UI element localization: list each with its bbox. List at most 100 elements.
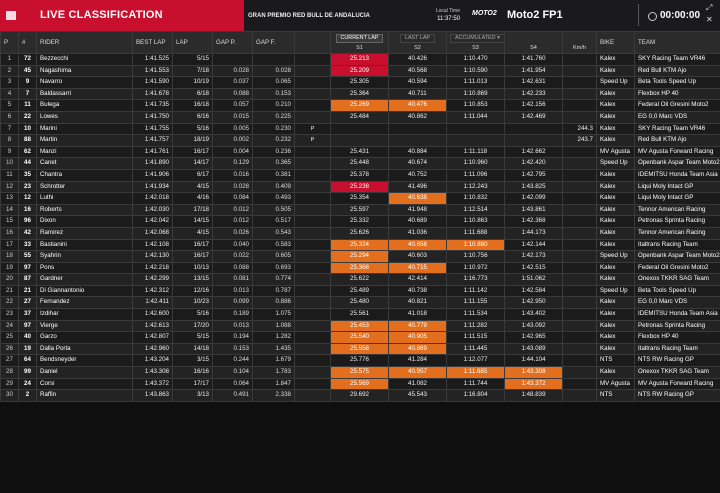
- sector3-cell: 1:11.685: [446, 366, 505, 379]
- table-row[interactable]: 29 24 Corsi 1:43.372 17/17 0.064 1.847 25.569 41…: [0, 377, 720, 391]
- table-row[interactable]: 21 21 Di Giannantonio 1:42.312 12/16 0.013 0.7…: [0, 284, 720, 298]
- table-row[interactable]: 3 9 Navarro 1:41.590 10/19 0.037 0.065 25.305 40…: [0, 76, 720, 89]
- sector2-cell: 40.957: [388, 366, 447, 379]
- number-cell: 99: [18, 366, 37, 379]
- gap-first-cell: 0.065: [252, 76, 295, 89]
- number-cell: 62: [18, 145, 37, 159]
- table-row[interactable]: 10 44 Canet 1:41.890 14/17 0.129 0.365 25.448 40…: [0, 157, 720, 170]
- accumulated-select[interactable]: ACCUMULATED ▾: [450, 33, 504, 43]
- local-time-label: Local Time: [435, 8, 460, 14]
- table-row[interactable]: 8 88 Martin 1:41.757 18/19 0.002 0.232 P 243.7 Ka…: [0, 134, 720, 147]
- table-row[interactable]: 12 23 Schrotter 1:41.934 4/15 0.028 0.409 25.23…: [0, 180, 720, 194]
- col-lap[interactable]: LAP: [172, 31, 213, 54]
- pit-cell: P: [294, 134, 331, 147]
- table-row[interactable]: 9 62 Manzi 1:41.761 16/17 0.004 0.236 25.431 40.…: [0, 145, 720, 159]
- table-row[interactable]: 4 7 Baldassarri 1:41.678 6/18 0.088 0.153 25.36…: [0, 87, 720, 101]
- table-row[interactable]: 13 12 Luthi 1:42.018 4/16 0.084 0.493 25.354 40.…: [0, 192, 720, 205]
- table-row[interactable]: 2 45 Nagashima 1:41.553 7/18 0.028 0.028 25.209…: [0, 64, 720, 78]
- sector3-cell: 1:10.960: [446, 157, 505, 170]
- current-lap-button[interactable]: CURRENT LAP: [335, 33, 384, 43]
- pit-cell: [294, 145, 331, 159]
- col-bike[interactable]: BIKE: [596, 31, 635, 54]
- best-lap-cell: 1:42.030: [132, 203, 173, 217]
- table-row[interactable]: 20 87 Gardner 1:42.299 13/15 0.081 0.774 25.622…: [0, 273, 720, 286]
- rider-cell: Navarro: [36, 76, 133, 89]
- table-row[interactable]: 28 99 Daniel 1:43.308 16/16 0.104 1.783 25.575 4…: [0, 366, 720, 379]
- table-row[interactable]: 24 97 Vierge 1:42.613 17/20 0.013 1.088 25.453 4…: [0, 319, 720, 333]
- table-row[interactable]: 5 11 Bulega 1:41.735 16/18 0.057 0.210 25.269 40…: [0, 99, 720, 112]
- col-gap-previous[interactable]: GAP P.: [212, 31, 253, 54]
- pit-cell: [294, 203, 331, 217]
- team-cell: EG 0,0 Marc VDS: [634, 110, 720, 124]
- speed-cell: [562, 157, 597, 170]
- rider-cell: Garzo: [36, 331, 133, 344]
- table-row[interactable]: 22 27 Fernandez 1:42.411 10/23 0.099 0.886 25.4…: [0, 296, 720, 310]
- number-cell: 12: [18, 192, 37, 205]
- close-icon[interactable]: ✕: [706, 15, 713, 24]
- sector4-cell: 1:42.515: [504, 261, 563, 275]
- sector3-cell: 1:12.243: [446, 180, 505, 194]
- pit-cell: [294, 366, 331, 379]
- speed-cell: [562, 366, 597, 379]
- gap-previous-cell: 0.026: [212, 226, 253, 240]
- bike-cell: Kalex: [596, 331, 635, 344]
- table-row[interactable]: 11 35 Chantra 1:41.906 6/17 0.016 0.381 25.378 4…: [0, 168, 720, 182]
- sector2-cell: [388, 122, 447, 136]
- pit-cell: [294, 331, 331, 344]
- sector4-cell: 1:42.584: [504, 284, 563, 298]
- table-row[interactable]: 6 22 Lowes 1:41.750 6/16 0.015 0.225 25.484 40.8…: [0, 110, 720, 124]
- col-position[interactable]: P: [0, 31, 19, 54]
- table-row[interactable]: 23 37 Izdihar 1:42.600 5/16 0.189 1.075 25.561 4…: [0, 308, 720, 321]
- gap-first-cell: 0.232: [252, 134, 295, 147]
- col-team[interactable]: TEAM: [634, 31, 720, 54]
- table-row[interactable]: 17 33 Bastianini 1:42.108 16/17 0.040 0.583 25.…: [0, 238, 720, 252]
- gap-previous-cell: 0.129: [212, 157, 253, 170]
- table-row[interactable]: 19 97 Pons 1:42.218 10/13 0.088 0.693 25.368 40.…: [0, 261, 720, 275]
- gap-first-cell: 0.409: [252, 180, 295, 194]
- table-row[interactable]: 27 64 Bendsneyder 1:43.204 3/15 0.244 1.679 25.…: [0, 354, 720, 368]
- table-row[interactable]: 1 72 Bezzecchi 1:41.525 5/15 25.213 40.426 1:10…: [0, 53, 720, 66]
- gap-previous-cell: 0.088: [212, 261, 253, 275]
- number-cell: 45: [18, 64, 37, 78]
- col-rider[interactable]: RIDER: [36, 31, 133, 54]
- table-row[interactable]: 14 16 Roberts 1:42.030 17/18 0.012 0.505 25.597…: [0, 203, 720, 217]
- best-lap-cell: 1:42.108: [132, 238, 173, 252]
- sector2-cell: 40.715: [388, 261, 447, 275]
- lap-cell: 18/19: [172, 134, 213, 147]
- gap-first-cell: 1.679: [252, 354, 295, 368]
- lap-cell: 17/20: [172, 319, 213, 333]
- sector1-cell: 29.692: [330, 389, 389, 402]
- rider-cell: Marini: [36, 122, 133, 136]
- table-row[interactable]: 25 40 Garzo 1:42.807 5/15 0.194 1.282 25.540 40.…: [0, 331, 720, 344]
- last-lap-button[interactable]: LAST LAP: [399, 33, 436, 43]
- sector4-cell: 1:42.173: [504, 250, 563, 263]
- table-row[interactable]: 16 42 Ramirez 1:42.068 4/15 0.026 0.543 25.626 4…: [0, 226, 720, 240]
- bike-cell: Kalex: [596, 366, 635, 379]
- table-row[interactable]: 18 55 Syahrin 1:42.130 16/17 0.022 0.605 25.294…: [0, 250, 720, 263]
- pit-cell: [294, 215, 331, 228]
- team-cell: Liqui Moly Intact GP: [634, 192, 720, 205]
- sector1-cell: 25.575: [330, 366, 389, 379]
- number-cell: 37: [18, 308, 37, 321]
- table-row[interactable]: 15 96 Dixon 1:42.042 14/15 0.012 0.517 25.332 40…: [0, 215, 720, 228]
- rider-cell: Fernandez: [36, 296, 133, 310]
- rider-cell: Martin: [36, 134, 133, 147]
- table-row[interactable]: 26 19 Dalla Porta 1:42.960 14/18 0.153 1.435 25…: [0, 342, 720, 356]
- gap-first-cell: 0.225: [252, 110, 295, 124]
- pit-cell: [294, 168, 331, 182]
- sector1-cell: 25.453: [330, 319, 389, 333]
- col-best-lap[interactable]: BEST LAP: [132, 31, 173, 54]
- pit-cell: [294, 319, 331, 333]
- gap-first-cell: 0.774: [252, 273, 295, 286]
- series-logo: MOTO2: [472, 10, 497, 17]
- col-gap-first[interactable]: GAP F.: [252, 31, 295, 54]
- col-number[interactable]: #: [18, 31, 37, 54]
- rider-cell: Nagashima: [36, 64, 133, 78]
- gap-first-cell: [252, 53, 295, 66]
- maximize-icon[interactable]: ⤢: [706, 3, 712, 13]
- speed-cell: [562, 226, 597, 240]
- table-row[interactable]: 7 10 Marini 1:41.755 5/16 0.005 0.230 P 244.3 Kal…: [0, 122, 720, 136]
- speed-cell: [562, 296, 597, 310]
- gap-first-cell: 0.886: [252, 296, 295, 310]
- table-row[interactable]: 30 2 Raffin 1:43.863 3/13 0.491 2.338 29.692 45.…: [0, 389, 720, 402]
